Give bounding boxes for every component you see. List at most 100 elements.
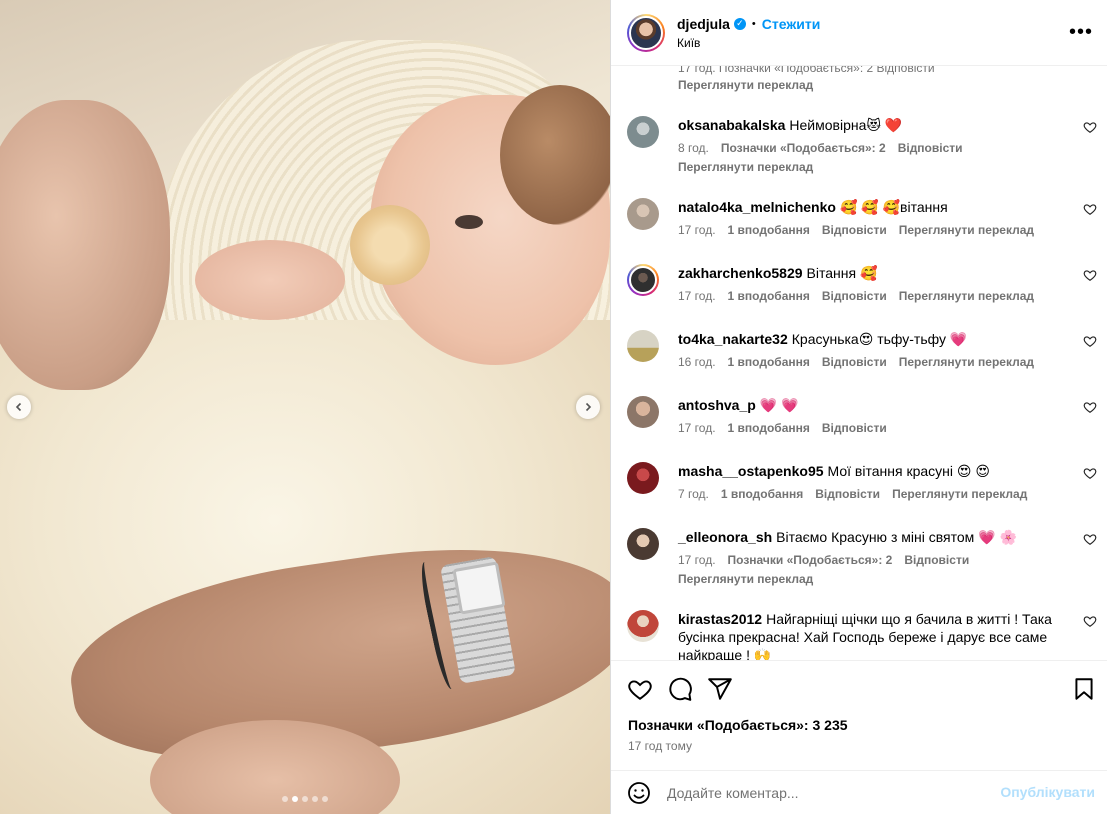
comment-likes[interactable]: 1 вподобання — [728, 421, 810, 435]
slide-dot — [312, 796, 318, 802]
commenter-username[interactable]: natalo4ka_melnichenko — [678, 199, 836, 215]
heart-icon[interactable] — [1083, 614, 1097, 628]
post-sidebar: djedjula ✓ • Стежити Київ ••• 17 год. По… — [610, 0, 1107, 814]
commenter-avatar[interactable] — [627, 462, 659, 494]
comment-time[interactable]: 17 год. — [678, 553, 716, 567]
heart-icon[interactable] — [1083, 532, 1097, 546]
comment-item: oksanabakalska Неймовірна😻 ❤️ 8 год. Позна… — [627, 116, 1097, 174]
comments-list[interactable]: 17 год. Позначки «Подобається»: 2 Відпов… — [611, 66, 1107, 660]
commenter-username[interactable]: oksanabakalska — [678, 117, 785, 133]
comment-time[interactable]: 17 год. — [678, 289, 716, 303]
comment-text: Вітаємо Красуню з міні святом 💗 🌸 — [776, 529, 1017, 545]
comment-item: natalo4ka_melnichenko 🥰 🥰 🥰вітання 17 год… — [627, 198, 1097, 237]
comment-time[interactable]: 8 год. — [678, 141, 709, 155]
comment-likes[interactable]: 1 вподобання — [728, 355, 810, 369]
see-translation-link[interactable]: Переглянути переклад — [678, 78, 813, 92]
like-heart-icon[interactable] — [627, 676, 653, 702]
comment-time[interactable]: 7 год. — [678, 487, 709, 501]
more-options-icon[interactable]: ••• — [1069, 22, 1093, 42]
heart-icon[interactable] — [1083, 466, 1097, 480]
comment-text: 💗 💗 — [759, 397, 799, 413]
commenter-avatar[interactable] — [627, 330, 659, 362]
save-bookmark-icon[interactable] — [1071, 676, 1097, 702]
commenter-avatar[interactable] — [627, 116, 659, 148]
see-translation-link[interactable]: Переглянути переклад — [899, 355, 1034, 369]
comment-text: Мої вітання красуні 😍 😍 — [827, 463, 990, 479]
comment-text: Вітання 🥰 — [806, 265, 878, 281]
commenter-username[interactable]: to4ka_nakarte32 — [678, 331, 788, 347]
comment-time[interactable]: 17 год. — [678, 223, 716, 237]
comment-item: zakharchenko5829 Вітання 🥰 17 год. 1 вподо… — [627, 264, 1097, 303]
comment-item: _elleonora_sh Вітаємо Красуню з міні свят… — [627, 528, 1097, 586]
baby-hand — [195, 240, 345, 320]
commenter-avatar[interactable] — [627, 610, 659, 642]
verified-badge-icon: ✓ — [733, 17, 746, 30]
comment-item: kirastas2012 Найгарніщі щічки що я бачила… — [627, 610, 1097, 660]
reply-button[interactable]: Відповісти — [822, 223, 887, 237]
post-header: djedjula ✓ • Стежити Київ ••• — [611, 0, 1107, 66]
slide-dot — [282, 796, 288, 802]
likes-count[interactable]: Позначки «Подобається»: 3 235 — [628, 717, 848, 733]
reply-button[interactable]: Відповісти — [822, 355, 887, 369]
comment-input[interactable] — [667, 784, 987, 801]
see-translation-link[interactable]: Переглянути переклад — [678, 160, 1058, 174]
adult-hand — [0, 100, 170, 390]
slide-dot — [302, 796, 308, 802]
pacifier — [350, 205, 430, 285]
commenter-avatar[interactable] — [627, 396, 659, 428]
comment-time[interactable]: 16 год. — [678, 355, 716, 369]
heart-icon[interactable] — [1083, 202, 1097, 216]
see-translation-link[interactable]: Переглянути переклад — [678, 572, 1058, 586]
author-avatar[interactable] — [627, 13, 665, 52]
heart-icon[interactable] — [1083, 334, 1097, 348]
share-paper-plane-icon[interactable] — [707, 676, 733, 702]
reply-button[interactable]: Відповісти — [815, 487, 880, 501]
comment-likes[interactable]: Позначки «Подобається»: 2 — [728, 553, 893, 567]
post-location[interactable]: Київ — [677, 36, 820, 50]
comment-likes[interactable]: Позначки «Подобається»: 2 — [721, 141, 886, 155]
post-actions: Позначки «Подобається»: 3 235 17 год том… — [611, 660, 1107, 770]
comment-item: to4ka_nakarte32 Красунька😍 тьфу-тьфу 💗 16… — [627, 330, 1097, 369]
commenter-avatar[interactable] — [627, 198, 659, 230]
slide-dot-active — [292, 796, 298, 802]
heart-icon[interactable] — [1083, 400, 1097, 414]
author-username[interactable]: djedjula — [677, 16, 730, 32]
see-translation-link[interactable]: Переглянути переклад — [899, 223, 1034, 237]
comment-likes[interactable]: 1 вподобання — [721, 487, 803, 501]
previous-slide-button[interactable] — [7, 395, 31, 419]
post-time[interactable]: 17 год тому — [628, 739, 692, 753]
comment-item: antoshva_p 💗 💗 17 год. 1 вподобання Відпові… — [627, 396, 1097, 435]
emoji-icon[interactable] — [627, 781, 651, 805]
follow-button[interactable]: Стежити — [762, 16, 821, 32]
commenter-username[interactable]: _elleonora_sh — [678, 529, 772, 545]
reply-button[interactable]: Відповісти — [822, 421, 887, 435]
separator-dot: • — [751, 17, 756, 30]
heart-icon[interactable] — [1083, 268, 1097, 282]
comment-text: 🥰 🥰 🥰вітання — [839, 199, 948, 215]
chevron-right-icon — [585, 402, 592, 412]
commenter-username[interactable]: kirastas2012 — [678, 611, 762, 627]
post-comment-button[interactable]: Опублікувати — [1000, 784, 1095, 800]
commenter-avatar[interactable] — [627, 528, 659, 560]
reply-button[interactable]: Відповісти — [904, 553, 969, 567]
heart-icon[interactable] — [1083, 120, 1097, 134]
commenter-username[interactable]: antoshva_p — [678, 397, 756, 413]
see-translation-link[interactable]: Переглянути переклад — [899, 289, 1034, 303]
next-slide-button[interactable] — [576, 395, 600, 419]
see-translation-link[interactable]: Переглянути переклад — [892, 487, 1027, 501]
comment-likes[interactable]: 1 вподобання — [728, 223, 810, 237]
reply-button[interactable]: Відповісти — [822, 289, 887, 303]
post-media — [0, 0, 610, 814]
slide-indicator — [282, 796, 328, 802]
slide-dot — [322, 796, 328, 802]
baby-hair — [500, 85, 610, 225]
reply-button[interactable]: Відповісти — [898, 141, 963, 155]
partial-comment-meta: 17 год. Позначки «Подобається»: 2 Відпов… — [678, 66, 935, 75]
comment-likes[interactable]: 1 вподобання — [728, 289, 810, 303]
commenter-username[interactable]: zakharchenko5829 — [678, 265, 803, 281]
comment-bubble-icon[interactable] — [667, 676, 693, 702]
baby-eye — [455, 215, 483, 229]
comment-time[interactable]: 17 год. — [678, 421, 716, 435]
commenter-username[interactable]: masha__ostapenko95 — [678, 463, 824, 479]
commenter-avatar[interactable] — [627, 264, 659, 296]
